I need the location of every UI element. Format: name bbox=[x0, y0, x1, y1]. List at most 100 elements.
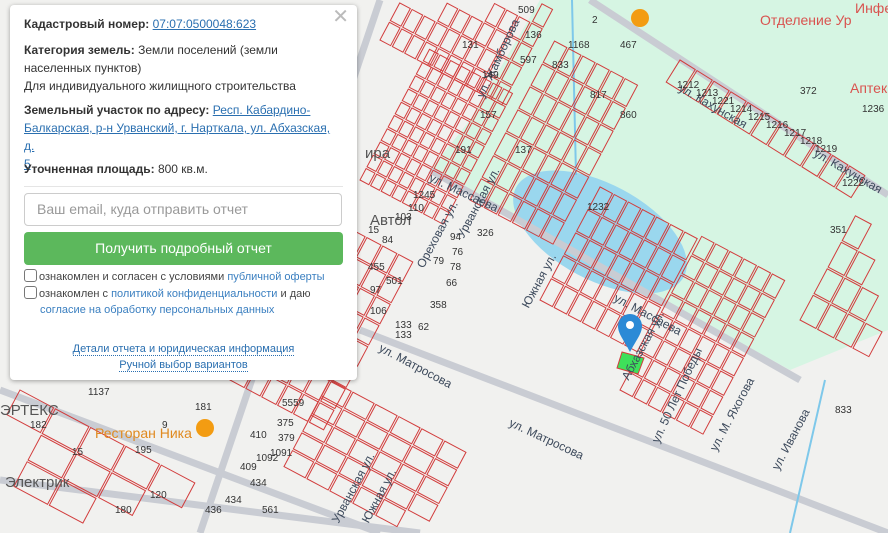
parcel-number: 833 bbox=[552, 60, 569, 71]
parcel-number: 181 bbox=[195, 402, 212, 413]
parcel[interactable] bbox=[720, 350, 745, 377]
parcel[interactable] bbox=[379, 21, 401, 47]
category-value: Земли поселений (земли bbox=[138, 43, 278, 57]
get-report-button[interactable]: Получить подробный отчет bbox=[24, 232, 343, 265]
parcel-number: 597 bbox=[520, 55, 537, 66]
parcel-number: 455 bbox=[368, 262, 385, 273]
parcel-number: 833 bbox=[835, 405, 852, 416]
parcel[interactable] bbox=[675, 401, 699, 428]
parcel-number: 817 bbox=[590, 90, 607, 101]
parcel[interactable] bbox=[643, 359, 667, 386]
parcel-number: 97 bbox=[370, 285, 382, 296]
manual-selection-link[interactable]: Ручной выбор вариантов bbox=[119, 359, 248, 372]
parcel-number: 358 bbox=[430, 300, 447, 311]
parcel[interactable] bbox=[654, 340, 678, 366]
poi-label: Аптека bbox=[850, 80, 888, 96]
parcel[interactable] bbox=[439, 28, 461, 54]
parcel[interactable] bbox=[389, 2, 411, 27]
parcel-number: 62 bbox=[418, 322, 430, 333]
parcel[interactable] bbox=[633, 379, 657, 405]
address-link-cont[interactable]: Балкарская, р-н Урванский, г. Нарткала, … bbox=[24, 121, 330, 153]
parcel-info-popup: ✕ Кадастровый номер: 07:07:0500048:623 К… bbox=[10, 5, 357, 380]
parcel-number: 409 bbox=[240, 462, 257, 473]
parcel-number: 137 bbox=[515, 145, 532, 156]
parcel-number: 860 bbox=[620, 110, 637, 121]
parcel-number: 351 bbox=[830, 225, 847, 236]
address-link[interactable]: Респ. Кабардино- bbox=[213, 103, 311, 117]
privacy-checkbox[interactable] bbox=[24, 286, 37, 299]
email-input[interactable]: Ваш email, куда отправить отчет bbox=[24, 193, 342, 226]
parcel-number: 79 bbox=[433, 256, 445, 267]
parcel-number: 434 bbox=[250, 478, 267, 489]
privacy-text: ознакомлен с bbox=[39, 288, 109, 300]
usage-value: Для индивидуального жилищного строительс… bbox=[24, 79, 296, 93]
parcel-number: 1092 bbox=[256, 453, 279, 464]
parcel-number: 9 bbox=[162, 420, 168, 431]
category-label: Категория земель: bbox=[24, 43, 135, 57]
parcel[interactable] bbox=[581, 300, 607, 330]
parcel-number: 561 bbox=[262, 505, 279, 516]
parcel-number: 120 bbox=[150, 490, 167, 501]
cadastral-label: Кадастровый номер: bbox=[24, 17, 150, 31]
parcel-number: 1219 bbox=[815, 144, 838, 155]
parcel-number: 103 bbox=[395, 212, 412, 223]
parcel[interactable] bbox=[402, 8, 424, 34]
parcel[interactable] bbox=[404, 34, 426, 60]
parcel[interactable] bbox=[461, 15, 484, 41]
parcel-number: 76 bbox=[452, 247, 464, 258]
area-value: 800 кв.м. bbox=[157, 162, 208, 176]
restaurant-pin-icon bbox=[196, 419, 214, 437]
category-value-cont: населенных пунктов) bbox=[24, 61, 142, 75]
parcel[interactable] bbox=[595, 308, 621, 338]
parcel-number: 326 bbox=[477, 228, 494, 239]
parcel[interactable] bbox=[553, 285, 579, 315]
parcel-number: 133 bbox=[395, 330, 412, 341]
parcel-number: 149 bbox=[482, 70, 499, 81]
parcel-number: 191 bbox=[455, 145, 472, 156]
parcel-number: 1236 bbox=[862, 104, 885, 115]
parcel[interactable] bbox=[484, 2, 506, 28]
parcel[interactable] bbox=[689, 409, 714, 435]
address-label: Земельный участок по адресу: bbox=[24, 103, 210, 117]
parcel-number: 436 bbox=[205, 505, 222, 516]
parcel[interactable] bbox=[355, 236, 382, 266]
parcel-number: 2 bbox=[592, 15, 598, 26]
parcel[interactable] bbox=[391, 28, 414, 53]
parcel-number: 180 bbox=[115, 505, 132, 516]
parcel-number: 66 bbox=[446, 278, 458, 289]
cadastral-row: Кадастровый номер: 07:07:0500048:623 bbox=[24, 15, 343, 33]
parcel-number: 410 bbox=[250, 430, 267, 441]
divider bbox=[24, 186, 343, 187]
offer-link[interactable]: публичной оферты bbox=[227, 271, 324, 283]
parcel[interactable] bbox=[449, 9, 471, 34]
parcel[interactable] bbox=[686, 382, 710, 408]
parcel[interactable] bbox=[706, 343, 730, 370]
parcel-number: 1232 bbox=[587, 202, 610, 213]
parcel[interactable] bbox=[426, 21, 449, 47]
parcel-number: 375 bbox=[277, 418, 294, 429]
parcel[interactable] bbox=[696, 362, 720, 389]
poi-label: Ресторан Ника bbox=[95, 425, 192, 441]
parcel[interactable] bbox=[567, 293, 593, 323]
manual-row: Ручной выбор вариантов bbox=[10, 356, 357, 374]
parcel-number: 372 bbox=[800, 86, 817, 97]
parcel-number: 94 bbox=[450, 232, 462, 243]
parcel[interactable] bbox=[437, 2, 459, 28]
personal-data-link[interactable]: согласие на обработку персональных данны… bbox=[24, 304, 274, 316]
poi-label: ЭРТЕКС bbox=[0, 402, 59, 419]
parcel-number: 1168 bbox=[568, 40, 590, 51]
privacy-link[interactable]: политикой конфиденциальности bbox=[111, 288, 277, 300]
offer-checkbox[interactable] bbox=[24, 269, 37, 282]
cafe-pin-icon bbox=[631, 9, 649, 27]
details-link[interactable]: Детали отчета и юридическая информация bbox=[72, 343, 295, 356]
parcel[interactable] bbox=[700, 389, 724, 416]
parcel-number: 182 bbox=[30, 420, 47, 431]
parcel[interactable] bbox=[710, 370, 734, 396]
parcel-number: 106 bbox=[370, 306, 387, 317]
area-row: Уточненная площадь: 800 кв.м. bbox=[24, 160, 343, 178]
cadastral-number-link[interactable]: 07:07:0500048:623 bbox=[153, 17, 256, 31]
parcel-number: 1245 bbox=[413, 190, 436, 201]
parcel-number: 15 bbox=[368, 225, 380, 236]
parcel[interactable] bbox=[414, 15, 436, 41]
area-label: Уточненная площадь: bbox=[24, 162, 155, 176]
